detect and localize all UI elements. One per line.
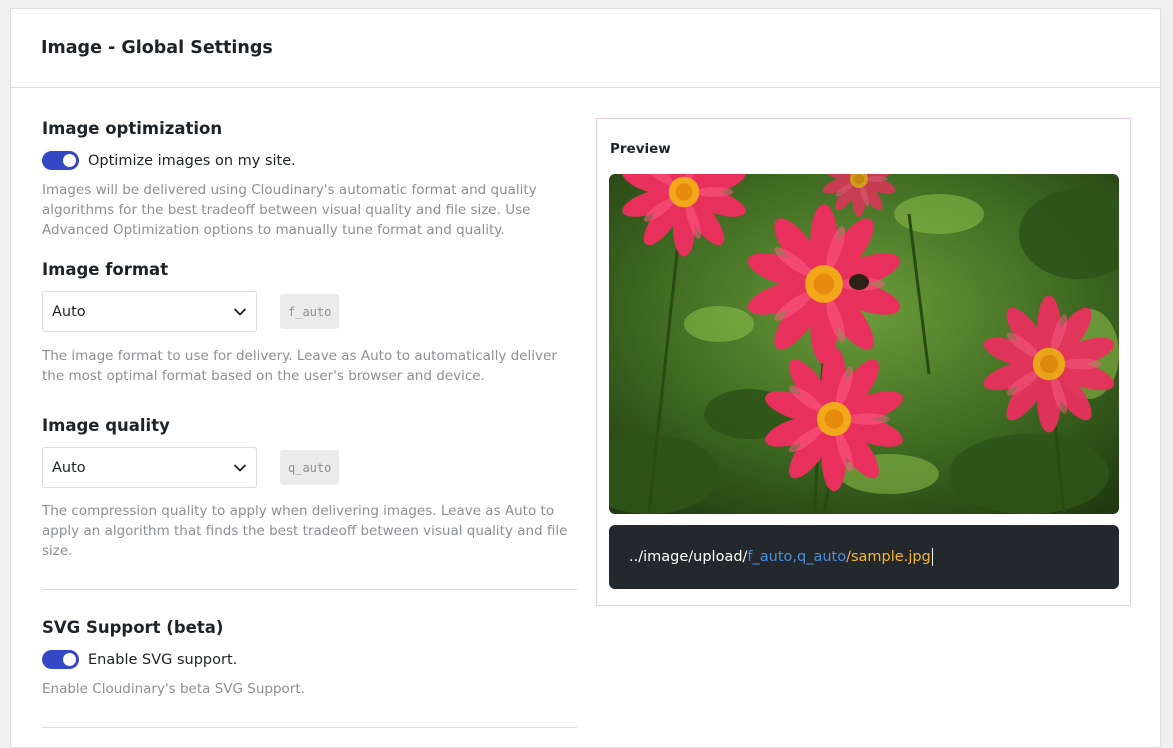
section-divider bbox=[42, 589, 577, 590]
text-cursor bbox=[931, 548, 933, 566]
preview-label: Preview bbox=[610, 141, 671, 157]
optimization-toggle-row: Optimize images on my site. bbox=[42, 151, 577, 170]
page-title: Image - Global Settings bbox=[41, 38, 273, 58]
format-select[interactable]: Auto bbox=[42, 291, 257, 332]
quality-section: Image quality Auto q_auto The compressio… bbox=[42, 416, 577, 561]
format-select-row: Auto f_auto bbox=[42, 291, 577, 332]
optimization-toggle[interactable] bbox=[42, 151, 79, 170]
svg-description: Enable Cloudinary's beta SVG Support. bbox=[42, 681, 305, 697]
preview-image bbox=[609, 174, 1119, 514]
url-file-name: /sample.jpg bbox=[846, 549, 931, 565]
svg-title: SVG Support (beta) bbox=[42, 618, 224, 637]
svg-toggle[interactable] bbox=[42, 650, 79, 669]
chevron-down-icon bbox=[234, 308, 246, 315]
format-title: Image format bbox=[42, 260, 169, 279]
preview-url-bar[interactable]: ../image/upload/ f_auto,q_auto /sample.j… bbox=[609, 525, 1119, 589]
quality-select-value: Auto bbox=[52, 459, 86, 476]
toggle-knob bbox=[63, 653, 76, 666]
quality-code-badge: q_auto bbox=[280, 450, 340, 485]
chevron-down-icon bbox=[234, 464, 246, 471]
preview-panel: Preview ../image/upload/ f_auto,q_auto /… bbox=[596, 118, 1131, 606]
quality-select-row: Auto q_auto bbox=[42, 447, 577, 488]
url-transformation: f_auto,q_auto bbox=[747, 549, 847, 565]
format-description: The image format to use for delivery. Le… bbox=[42, 348, 557, 384]
flower-photo bbox=[609, 174, 1119, 514]
section-divider bbox=[42, 727, 577, 728]
optimization-toggle-label: Optimize images on my site. bbox=[88, 152, 296, 169]
quality-title: Image quality bbox=[42, 416, 170, 435]
optimization-title: Image optimization bbox=[42, 119, 223, 138]
settings-column: Image optimization Optimize images on my… bbox=[42, 119, 577, 728]
settings-panel: Image - Global Settings Image optimizati… bbox=[10, 8, 1161, 748]
quality-select[interactable]: Auto bbox=[42, 447, 257, 488]
format-section: Image format Auto f_auto The image forma… bbox=[42, 260, 577, 386]
format-code-badge: f_auto bbox=[280, 294, 340, 329]
optimization-section: Image optimization Optimize images on my… bbox=[42, 119, 577, 240]
svg-toggle-label: Enable SVG support. bbox=[88, 651, 238, 668]
quality-description: The compression quality to apply when de… bbox=[42, 503, 568, 559]
toggle-knob bbox=[63, 154, 76, 167]
panel-header: Image - Global Settings bbox=[11, 9, 1160, 88]
url-base-path: ../image/upload/ bbox=[629, 549, 748, 565]
optimization-description: Images will be delivered using Cloudinar… bbox=[42, 182, 537, 238]
format-select-value: Auto bbox=[52, 303, 86, 320]
svg-toggle-row: Enable SVG support. bbox=[42, 650, 577, 669]
svg-section: SVG Support (beta) Enable SVG support. E… bbox=[42, 618, 577, 699]
